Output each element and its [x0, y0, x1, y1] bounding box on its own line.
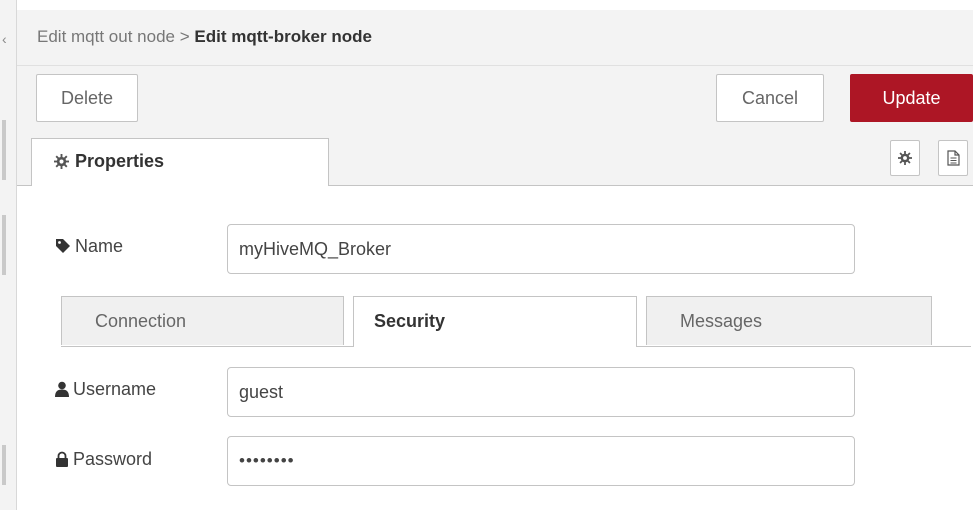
canvas-mark — [2, 445, 6, 485]
subtab-connection[interactable]: Connection — [61, 296, 344, 345]
collapse-caret-icon[interactable]: ‹ — [2, 31, 7, 47]
tray-toolbar: Delete Cancel Update — [17, 66, 973, 132]
tab-properties[interactable]: Properties — [31, 138, 329, 186]
settings-tab-button[interactable] — [890, 140, 920, 176]
name-label-text: Name — [75, 236, 124, 256]
subtab-security[interactable]: Security — [353, 296, 637, 347]
canvas-mark — [2, 215, 6, 275]
cancel-button[interactable]: Cancel — [716, 74, 824, 122]
password-label: Password — [55, 449, 152, 470]
edit-tray: Edit mqtt out node > Edit mqtt-broker no… — [17, 0, 973, 510]
tray-header: Edit mqtt out node > Edit mqtt-broker no… — [17, 10, 973, 66]
gear-icon — [54, 154, 69, 169]
description-tab-button[interactable] — [938, 140, 968, 176]
update-button[interactable]: Update — [850, 74, 973, 122]
password-input[interactable]: •••••••• — [227, 436, 855, 486]
delete-button[interactable]: Delete — [36, 74, 138, 122]
workspace-edge: ‹ — [0, 0, 17, 510]
config-subtabs: Connection Security Messages — [61, 296, 971, 347]
gear-icon — [898, 151, 912, 165]
name-label: Name — [55, 236, 123, 257]
username-label: Username — [55, 379, 156, 400]
breadcrumb: Edit mqtt out node > Edit mqtt-broker no… — [37, 27, 372, 47]
canvas-mark — [2, 120, 6, 180]
lock-icon — [56, 451, 68, 467]
password-label-text: Password — [73, 449, 153, 469]
username-label-text: Username — [73, 379, 157, 399]
tab-bar: Properties — [17, 132, 973, 186]
name-input[interactable]: myHiveMQ_Broker — [227, 224, 855, 274]
tab-properties-label: Properties — [75, 151, 165, 171]
tag-icon — [56, 239, 70, 253]
username-input[interactable]: guest — [227, 367, 855, 417]
breadcrumb-parent[interactable]: Edit mqtt out node > — [37, 27, 190, 46]
document-icon — [946, 150, 960, 166]
user-icon — [55, 381, 69, 397]
page-title: Edit mqtt-broker node — [194, 27, 372, 46]
subtab-messages[interactable]: Messages — [646, 296, 932, 345]
